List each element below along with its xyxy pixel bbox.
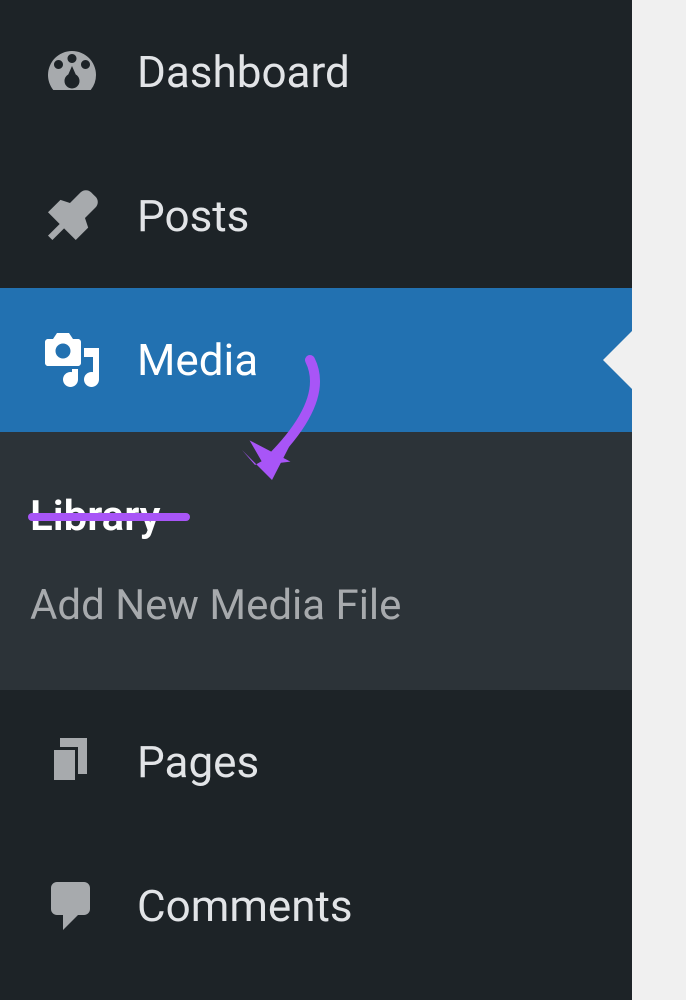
sidebar-item-comments[interactable]: Comments	[0, 834, 632, 978]
submenu-item-label: Add New Media File	[30, 581, 401, 630]
media-icon	[42, 330, 102, 390]
sidebar-item-label: Posts	[137, 190, 249, 242]
sidebar-item-media[interactable]: Media	[0, 288, 632, 432]
dashboard-icon	[42, 42, 102, 102]
sidebar-item-label: Pages	[137, 736, 259, 788]
media-submenu: Library Add New Media File	[0, 432, 632, 690]
sidebar-item-label: Media	[137, 334, 258, 386]
annotation-underline	[28, 513, 190, 521]
content-area	[632, 0, 686, 1000]
sidebar-item-pages[interactable]: Pages	[0, 690, 632, 834]
pin-icon	[42, 186, 102, 246]
sidebar-item-posts[interactable]: Posts	[0, 144, 632, 288]
comments-icon	[42, 876, 102, 936]
admin-sidebar: Dashboard Posts Media Library Add New Me…	[0, 0, 632, 1000]
sidebar-item-dashboard[interactable]: Dashboard	[0, 0, 632, 144]
pages-icon	[42, 732, 102, 792]
sidebar-item-label: Comments	[137, 880, 353, 932]
sidebar-item-label: Dashboard	[137, 46, 350, 98]
submenu-item-add-new[interactable]: Add New Media File	[0, 561, 632, 650]
